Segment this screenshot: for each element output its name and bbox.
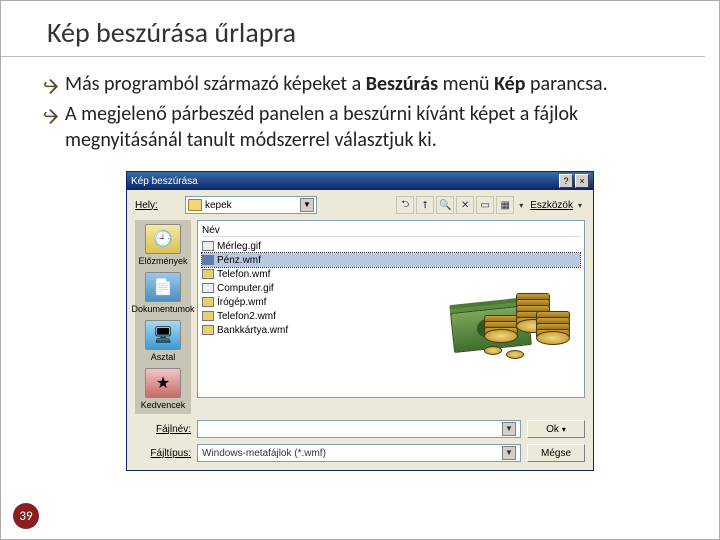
slide-body: ↪ Más programból származó képeket a Besz… <box>1 57 719 163</box>
new-folder-button[interactable]: ▭ <box>476 196 494 214</box>
file-name: Telefon2.wmf <box>217 311 276 322</box>
file-icon <box>202 283 214 293</box>
page-number-badge: 39 <box>13 503 39 529</box>
bullet-1-text-a: Más programból származó képeket a <box>65 72 366 96</box>
chevron-down-icon: ▾ <box>562 425 566 434</box>
bullet-2-text: A megjelenő párbeszéd panelen a beszúrni… <box>65 102 578 152</box>
bullet-1-text-b: menü <box>438 72 494 96</box>
file-icon <box>202 241 214 251</box>
tools-menu[interactable]: Eszközök <box>530 200 573 211</box>
back-button[interactable]: ⮌ <box>396 196 414 214</box>
places-favorites[interactable]: ★ Kedvencek <box>141 368 186 410</box>
bullet-1: ↪ Más programból származó képeket a Besz… <box>65 71 679 97</box>
list-item[interactable]: Mérleg.gif <box>202 239 580 253</box>
coin-graphic <box>506 350 524 359</box>
image-preview <box>452 259 572 359</box>
file-name: Pénz.wmf <box>217 255 261 266</box>
folder-combo[interactable]: kepek ▼ <box>185 196 317 214</box>
file-icon <box>202 325 214 335</box>
places-documents[interactable]: 📄 Dokumentumok <box>131 272 194 314</box>
places-label: Kedvencek <box>141 400 186 410</box>
filetype-combo[interactable]: Windows-metafájlok (*.wmf) ▼ <box>197 444 521 462</box>
places-label: Előzmények <box>138 256 187 266</box>
location-label: Hely: <box>135 200 179 211</box>
file-icon <box>202 297 214 307</box>
coin-stack-graphic <box>484 319 518 343</box>
bullet-1-bold-2: Kép <box>494 72 525 96</box>
coin-stack-graphic <box>536 315 570 345</box>
dialog-topbar: Hely: kepek ▼ ⮌ ⭡ 🔍 ✕ ▭ ▦ ▾ Eszközök ▾ <box>135 196 585 214</box>
file-name: Bankkártya.wmf <box>217 325 288 336</box>
bullet-1-bold-1: Beszúrás <box>366 72 438 96</box>
ok-label: Ok <box>546 424 559 435</box>
chevron-down-icon[interactable]: ▼ <box>300 198 314 212</box>
file-name: Computer.gif <box>217 283 274 294</box>
history-icon: 🕘 <box>145 224 181 254</box>
filename-label: Fájlnév: <box>135 424 191 435</box>
search-button[interactable]: 🔍 <box>436 196 454 214</box>
close-button[interactable]: × <box>575 174 589 188</box>
file-name: Mérleg.gif <box>217 241 261 252</box>
up-button[interactable]: ⭡ <box>416 196 434 214</box>
views-dropdown-icon[interactable]: ▾ <box>516 196 526 214</box>
dialog-title: Kép beszúrása <box>131 176 198 187</box>
folder-name: kepek <box>205 200 232 211</box>
file-list-pane: Név Mérleg.gif Pénz.wmf Telefon.wmf Compute… <box>197 220 585 398</box>
bullet-1-text-c: parancsa. <box>525 72 607 96</box>
filetype-value: Windows-metafájlok (*.wmf) <box>202 448 326 459</box>
file-name: Telefon.wmf <box>217 269 270 280</box>
tools-dropdown-icon[interactable]: ▾ <box>575 196 585 214</box>
delete-button[interactable]: ✕ <box>456 196 474 214</box>
insert-picture-dialog: Kép beszúrása ? × Hely: kepek ▼ ⮌ ⭡ 🔍 ✕ … <box>126 171 594 471</box>
coin-graphic <box>484 346 502 355</box>
ok-button[interactable]: Ok▾ <box>527 420 585 438</box>
slide-title: Kép beszúrása űrlapra <box>1 1 705 57</box>
bullet-icon: ↪ <box>43 75 58 98</box>
cancel-label: Mégse <box>541 448 571 459</box>
desktop-icon: 🖥 <box>145 320 181 350</box>
chevron-down-icon[interactable]: ▼ <box>502 446 516 460</box>
file-icon <box>202 255 214 265</box>
places-label: Dokumentumok <box>131 304 194 314</box>
filename-input[interactable]: ▼ <box>197 420 521 438</box>
help-button[interactable]: ? <box>559 174 573 188</box>
bullet-icon: ↪ <box>43 105 58 128</box>
documents-icon: 📄 <box>145 272 181 302</box>
chevron-down-icon[interactable]: ▼ <box>502 422 516 436</box>
views-button[interactable]: ▦ <box>496 196 514 214</box>
filetype-label: Fájltípus: <box>135 448 191 459</box>
favorites-icon: ★ <box>145 368 181 398</box>
dialog-titlebar: Kép beszúrása ? × <box>127 172 593 190</box>
places-label: Asztal <box>151 352 176 362</box>
folder-icon <box>188 199 202 211</box>
file-icon <box>202 311 214 321</box>
places-history[interactable]: 🕘 Előzmények <box>138 224 187 266</box>
places-bar: 🕘Előzmények 📄Dokumentumok 🖥Asztal ★Kedve… <box>135 220 191 414</box>
cancel-button[interactable]: Mégse <box>527 444 585 462</box>
file-list-header[interactable]: Név <box>202 225 580 237</box>
file-name: Írógép.wmf <box>217 297 266 308</box>
file-icon <box>202 269 214 279</box>
bullet-2: ↪ A megjelenő párbeszéd panelen a beszúr… <box>65 101 679 153</box>
places-desktop[interactable]: 🖥 Asztal <box>145 320 181 362</box>
